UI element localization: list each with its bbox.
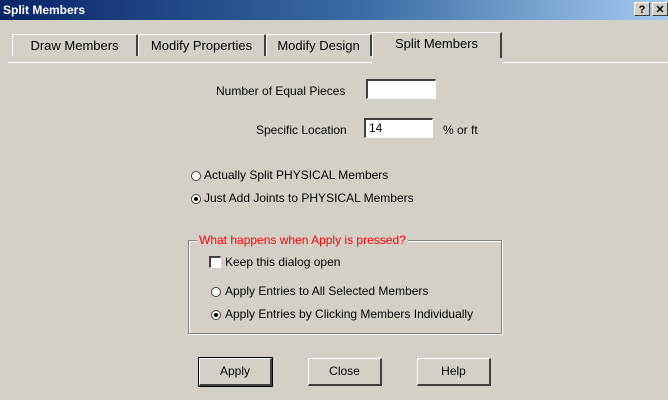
tab-modify-design[interactable]: Modify Design	[266, 34, 372, 56]
specific-location-label: Specific Location	[256, 123, 347, 137]
add-joints-radio[interactable]	[191, 194, 201, 204]
apply-individually-radio[interactable]	[211, 310, 221, 320]
apply-all-selected-label[interactable]: Apply Entries to All Selected Members	[225, 284, 428, 298]
split-physical-radio[interactable]	[191, 171, 201, 181]
equal-pieces-label: Number of Equal Pieces	[216, 84, 346, 98]
tab-panel-edge	[8, 62, 372, 63]
split-physical-label[interactable]: Actually Split PHYSICAL Members	[204, 168, 388, 182]
keep-open-checkbox[interactable]	[209, 256, 221, 268]
apply-behavior-group-title: What happens when Apply is pressed?	[197, 233, 408, 247]
apply-button[interactable]: Apply	[198, 357, 273, 387]
apply-all-selected-radio[interactable]	[211, 287, 221, 297]
help-button[interactable]: Help	[417, 358, 491, 386]
tab-panel-edge	[502, 62, 668, 63]
window-title: Split Members	[3, 3, 86, 17]
equal-pieces-field[interactable]	[366, 79, 436, 99]
add-joints-label[interactable]: Just Add Joints to PHYSICAL Members	[204, 191, 414, 205]
specific-location-unit: % or ft	[443, 123, 478, 137]
tab-modify-properties[interactable]: Modify Properties	[138, 34, 266, 56]
specific-location-field[interactable]: 14	[364, 118, 433, 138]
help-icon[interactable]: ?	[634, 2, 650, 16]
tab-strip: Draw Members Modify Properties Modify De…	[0, 20, 668, 66]
close-icon[interactable]: ✕	[652, 2, 668, 16]
title-bar[interactable]: Split Members ? ✕	[0, 0, 668, 20]
tab-draw-members[interactable]: Draw Members	[12, 34, 138, 56]
close-button[interactable]: Close	[308, 358, 382, 386]
tab-split-members[interactable]: Split Members	[372, 32, 502, 58]
keep-open-label[interactable]: Keep this dialog open	[225, 255, 340, 269]
apply-individually-label[interactable]: Apply Entries by Clicking Members Indivi…	[225, 307, 473, 321]
